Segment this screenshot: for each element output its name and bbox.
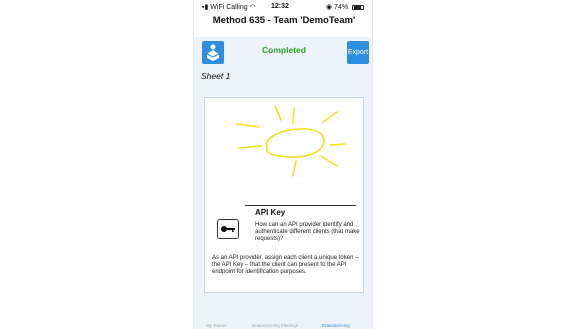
sketch-drawing [236,105,346,177]
page-title: Method 635 - Team 'DemoTeam' [212,15,356,26]
tab-my-teams[interactable]: My Teams [206,323,226,328]
battery-indicator: ◉ 74% [326,3,364,11]
battery-icon [352,4,364,10]
tab-brainstorming-findings[interactable]: Brainstorming Findings [252,323,298,328]
carrier-label: ▪▮ WiFi Calling ◠ [202,3,256,11]
export-button[interactable]: Export [347,41,369,64]
main-content: Completed Export Sheet 1 API Key How can… [194,37,372,329]
sheet-title: Sheet 1 [201,71,231,81]
wifi-icon: ◠ [249,4,256,11]
alarm-icon: ◉ [325,4,333,11]
tab-brainstorming[interactable]: Brainstorming [322,323,350,328]
card-title: API Key [255,208,286,217]
carrier-text: WiFi Calling [210,4,248,11]
status-bar: ▪▮ WiFi Calling ◠ 12:32 ◉ 74% [194,0,372,14]
problem-text: How can an API provider identify and aut… [255,222,360,242]
clock: 12:32 [271,3,289,10]
divider [245,205,356,206]
pattern-card: API Key How can an API provider identify… [204,97,364,293]
key-icon [217,219,239,239]
tab-bar: My Teams Brainstorming Findings Brainsto… [194,322,372,329]
phone-screen: ▪▮ WiFi Calling ◠ 12:32 ◉ 74% Method 635… [193,0,373,329]
solution-text: As an API provider, assign each client a… [212,255,359,275]
signal-icon: ▪▮ [202,4,209,11]
battery-percent: 74% [334,4,349,11]
